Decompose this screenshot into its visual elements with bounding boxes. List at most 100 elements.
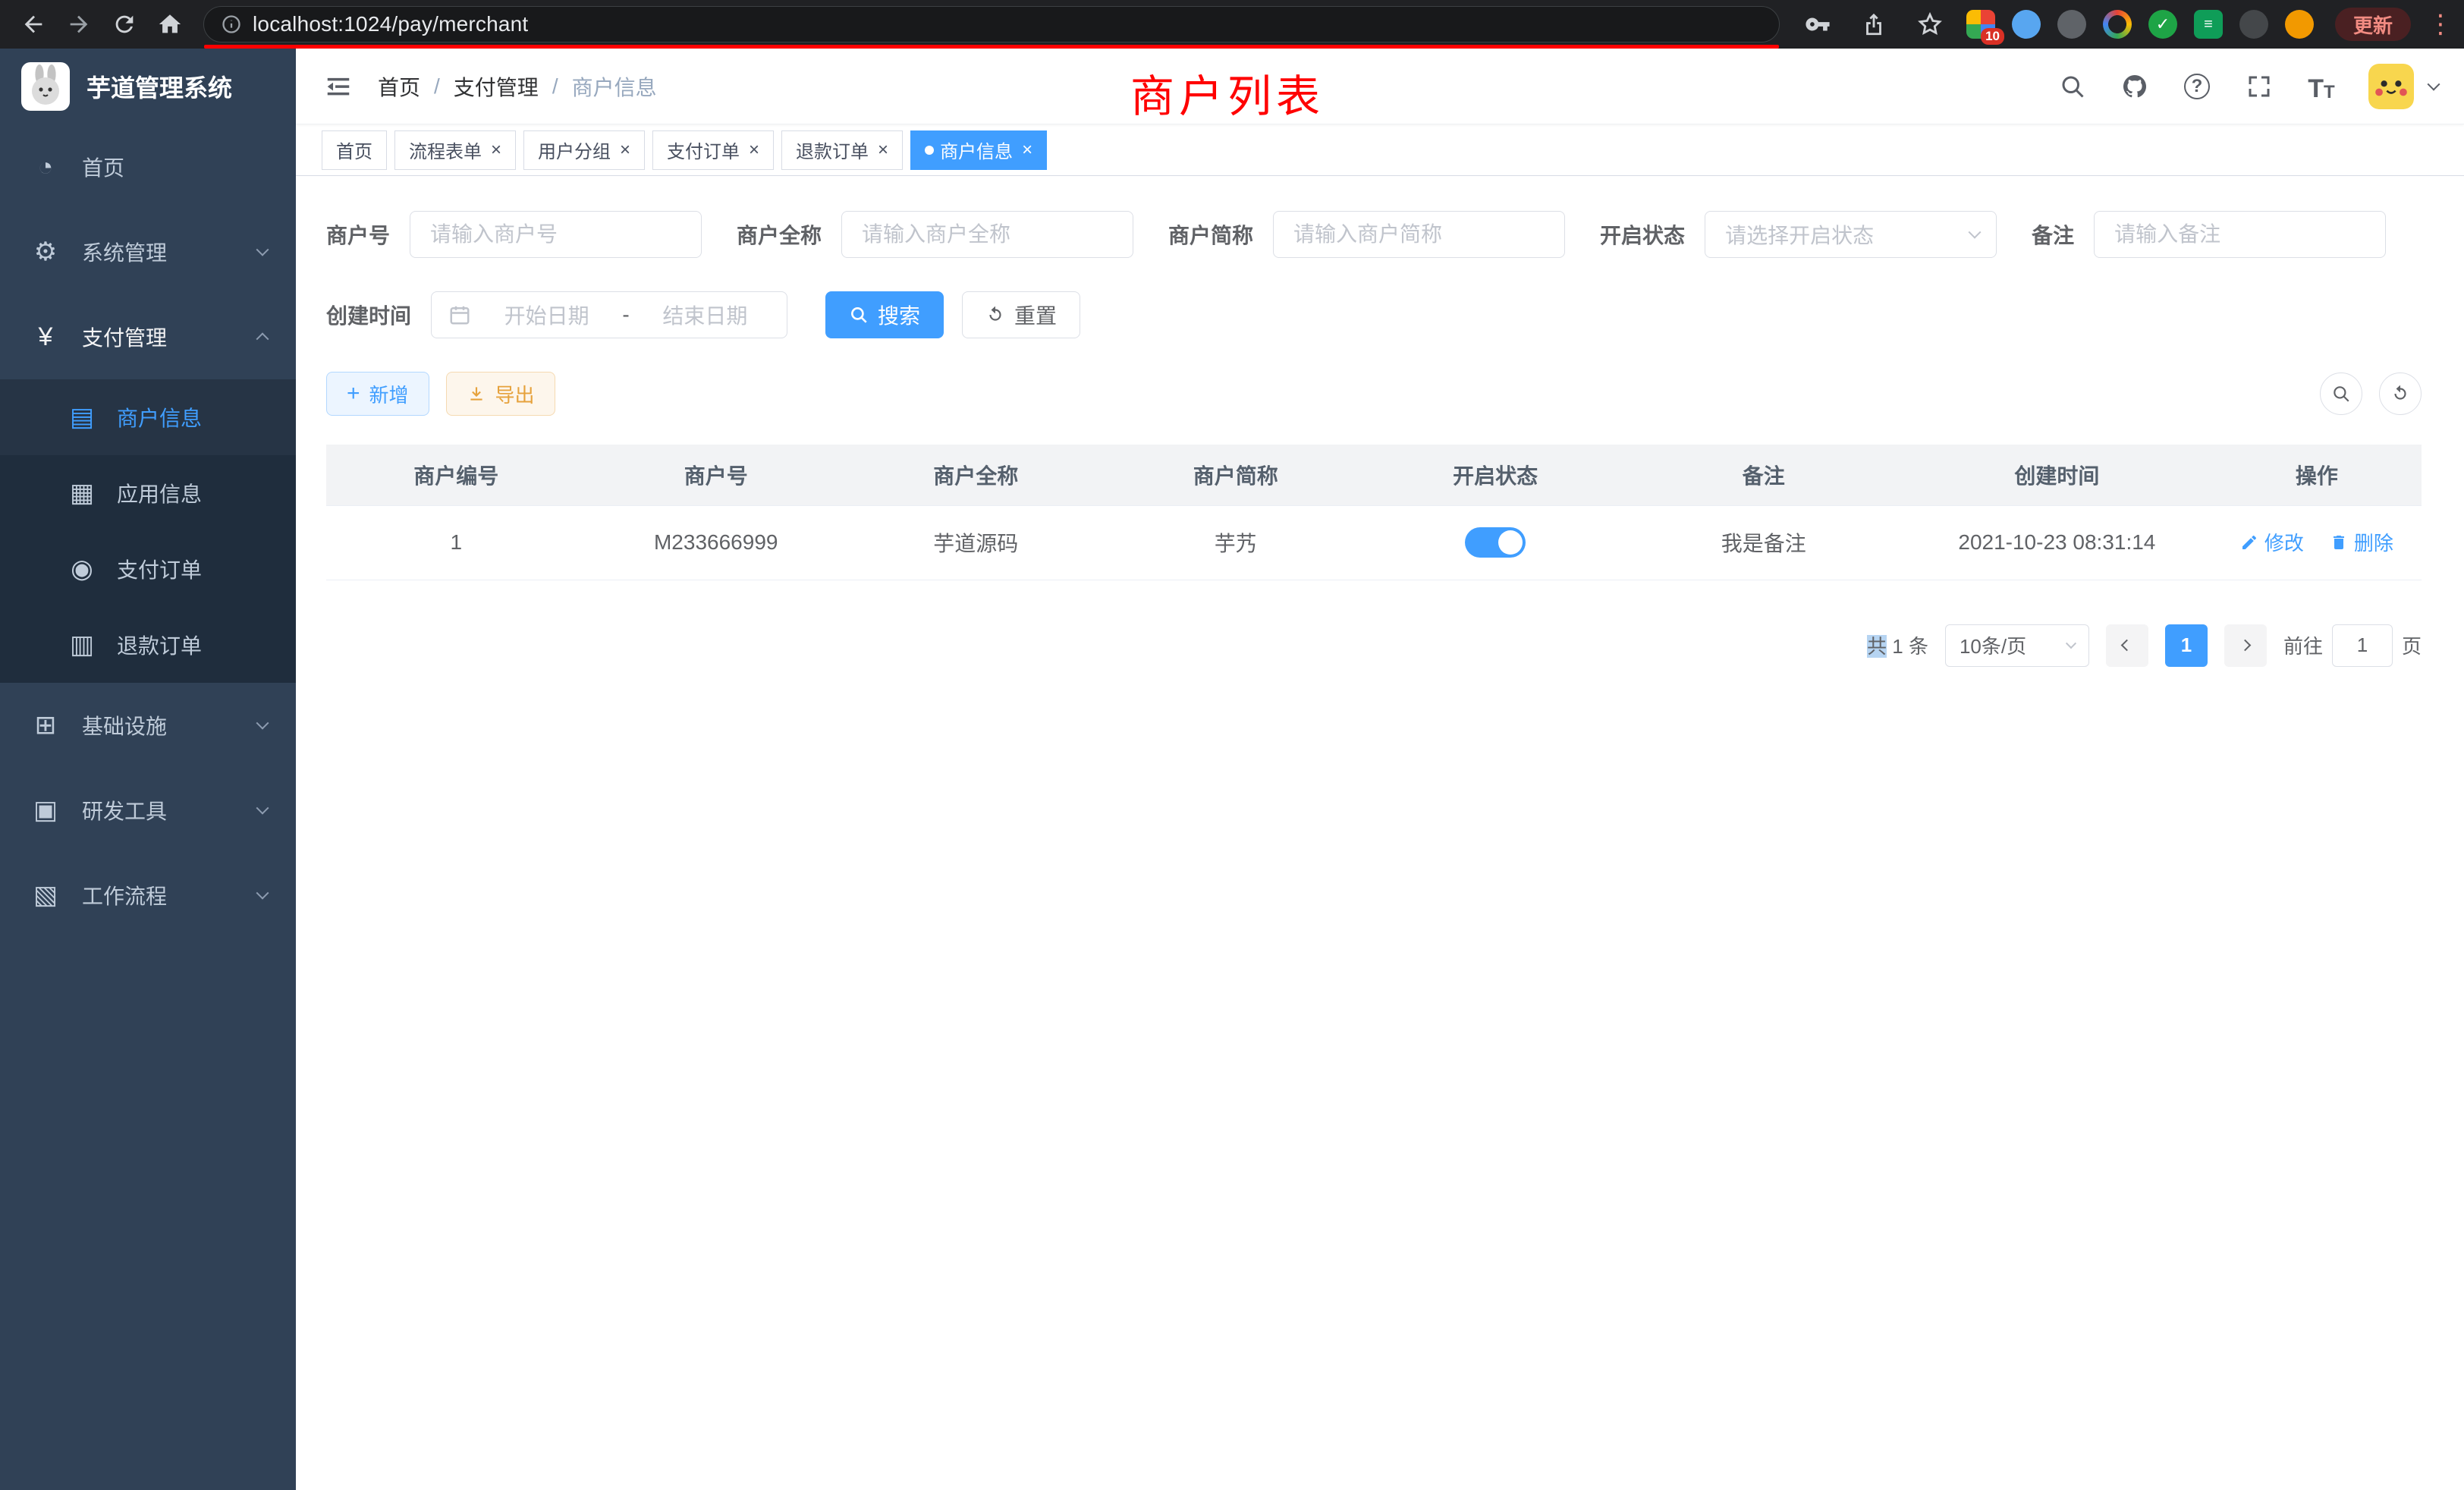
total-prefix: 共 <box>1867 635 1887 658</box>
screen: localhost:1024/pay/merchant 10 ✓ ≡ <box>0 0 2464 1490</box>
github-icon[interactable] <box>2120 71 2150 102</box>
fullscreen-icon[interactable] <box>2244 71 2274 102</box>
browser-reload-icon[interactable] <box>105 5 144 44</box>
site-info-icon[interactable] <box>221 14 242 35</box>
browser-menu-icon[interactable]: ⋮ <box>2428 9 2450 39</box>
pagination-total: 共 1 条 <box>1867 631 1928 659</box>
profile-avatar-icon[interactable] <box>2285 10 2314 39</box>
tab-user-group[interactable]: 用户分组 × <box>523 130 645 170</box>
browser-forward-icon[interactable] <box>59 5 99 44</box>
close-icon[interactable]: × <box>620 141 630 159</box>
search-icon[interactable] <box>2057 71 2088 102</box>
sidebar-menu: ◔ 首页 ⚙ 系统管理 ¥ 支付管理 ▤ 商户信息 <box>0 124 296 938</box>
sidebar-item-payment-management[interactable]: ¥ 支付管理 <box>0 294 296 379</box>
download-icon <box>467 384 486 404</box>
browser-extension-icon[interactable] <box>2239 10 2268 39</box>
user-avatar[interactable] <box>2368 64 2414 109</box>
page-size-select[interactable]: 10条/页 <box>1945 624 2089 667</box>
full-name-input[interactable] <box>841 211 1133 258</box>
goto-page-input[interactable] <box>2332 624 2393 667</box>
avatar-caret-icon[interactable] <box>2428 77 2440 90</box>
sidebar-item-infrastructure[interactable]: ⊞ 基础设施 <box>0 683 296 768</box>
browser-extension-icon[interactable] <box>2012 10 2041 39</box>
sidebar-item-payment-orders[interactable]: ◉ 支付订单 <box>0 531 296 607</box>
url-bar[interactable]: localhost:1024/pay/merchant <box>203 6 1780 42</box>
browser-profile-ring-icon[interactable] <box>2103 10 2132 39</box>
tab-process-form[interactable]: 流程表单 × <box>394 130 516 170</box>
close-icon[interactable]: × <box>749 141 759 159</box>
breadcrumb-item-payment[interactable]: 支付管理 <box>454 71 539 102</box>
password-key-icon[interactable] <box>1798 5 1837 44</box>
chevron-right-icon <box>2239 640 2252 652</box>
export-button[interactable]: 导出 <box>446 372 555 416</box>
sidebar-item-dev-tools[interactable]: ▣ 研发工具 <box>0 768 296 853</box>
breadcrumb-item-home[interactable]: 首页 <box>378 71 420 102</box>
column-header-full-name: 商户全称 <box>846 445 1105 505</box>
cell-remark: 我是备注 <box>1625 505 1902 580</box>
delete-link[interactable]: 删除 <box>2330 528 2393 556</box>
sidebar-item-home[interactable]: ◔ 首页 <box>0 124 296 209</box>
status-select-placeholder: 请选择开启状态 <box>1725 219 1874 250</box>
status-toggle[interactable] <box>1465 527 1526 558</box>
password-manager-icon[interactable]: ✓ <box>2148 10 2177 39</box>
sidebar-item-workflow[interactable]: ▧ 工作流程 <box>0 853 296 938</box>
edit-link-label: 修改 <box>2264 528 2304 556</box>
merchant-no-input[interactable] <box>410 211 702 258</box>
remark-input[interactable] <box>2094 211 2386 258</box>
goto-unit: 页 <box>2402 631 2422 659</box>
tab-refund-orders[interactable]: 退款订单 × <box>781 130 903 170</box>
font-size-icon[interactable]: TT <box>2306 71 2337 102</box>
extension-badge: 10 <box>1981 28 2004 45</box>
refresh-table-button[interactable] <box>2379 372 2422 415</box>
delete-link-label: 删除 <box>2354 528 2393 556</box>
close-icon[interactable]: × <box>1022 141 1032 159</box>
sidebar-item-system-management[interactable]: ⚙ 系统管理 <box>0 209 296 294</box>
add-button[interactable]: + 新增 <box>326 372 429 416</box>
create-time-range-picker[interactable]: 开始日期 - 结束日期 <box>431 291 787 338</box>
sidebar-item-refund-orders[interactable]: ▥ 退款订单 <box>0 607 296 683</box>
sidebar-item-app-info[interactable]: ▦ 应用信息 <box>0 455 296 531</box>
page-1-button[interactable]: 1 <box>2165 624 2208 667</box>
browser-extension-icon[interactable]: ≡ <box>2194 10 2223 39</box>
browser-extension-icon[interactable] <box>2057 10 2086 39</box>
prev-page-button[interactable] <box>2106 624 2148 667</box>
browser-extension-icon[interactable]: 10 <box>1966 10 1995 39</box>
browser-update-button[interactable]: 更新 <box>2335 8 2411 41</box>
collapse-sidebar-icon[interactable] <box>322 70 355 103</box>
search-icon <box>2331 384 2351 404</box>
next-page-button[interactable] <box>2224 624 2267 667</box>
edit-link[interactable]: 修改 <box>2240 528 2304 556</box>
workflow-icon: ▧ <box>29 880 62 910</box>
merchant-no-label: 商户号 <box>326 219 390 250</box>
column-header-status: 开启状态 <box>1366 445 1625 505</box>
tab-home[interactable]: 首页 <box>322 130 387 170</box>
close-icon[interactable]: × <box>491 141 501 159</box>
browser-home-icon[interactable] <box>150 5 190 44</box>
payment-submenu: ▤ 商户信息 ▦ 应用信息 ◉ 支付订单 ▥ 退款订单 <box>0 379 296 683</box>
share-icon[interactable] <box>1854 5 1894 44</box>
chevron-left-icon <box>2121 640 2133 652</box>
grid-icon: ▦ <box>65 478 99 508</box>
toggle-search-button[interactable] <box>2320 372 2362 415</box>
main-area: 首页 / 支付管理 / 商户信息 商户列表 ? <box>296 49 2464 1490</box>
tab-payment-orders[interactable]: 支付订单 × <box>652 130 774 170</box>
toolbox-icon: ▣ <box>29 795 62 825</box>
bookmark-star-icon[interactable] <box>1910 5 1950 44</box>
browser-back-icon[interactable] <box>14 5 53 44</box>
merchant-table: 商户编号 商户号 商户全称 商户简称 开启状态 备注 创建时间 操作 1 <box>326 445 2422 580</box>
add-button-label: 新增 <box>369 380 409 408</box>
sidebar-item-merchant-info[interactable]: ▤ 商户信息 <box>0 379 296 455</box>
page-size-value: 10条/页 <box>1960 631 2026 659</box>
short-name-input[interactable] <box>1273 211 1565 258</box>
close-icon[interactable]: × <box>878 141 888 159</box>
goto-page: 前往 页 <box>2283 624 2422 667</box>
help-icon[interactable]: ? <box>2182 71 2212 102</box>
sidebar-item-label: 支付管理 <box>82 322 167 352</box>
search-icon <box>849 305 869 325</box>
reset-button[interactable]: 重置 <box>962 291 1080 338</box>
status-select[interactable]: 请选择开启状态 <box>1705 211 1997 258</box>
search-button[interactable]: 搜索 <box>825 291 944 338</box>
app-logo[interactable]: 芋道管理系统 <box>0 49 296 124</box>
tab-merchant-info[interactable]: 商户信息 × <box>910 130 1047 170</box>
active-tab-dot-icon <box>925 146 934 155</box>
